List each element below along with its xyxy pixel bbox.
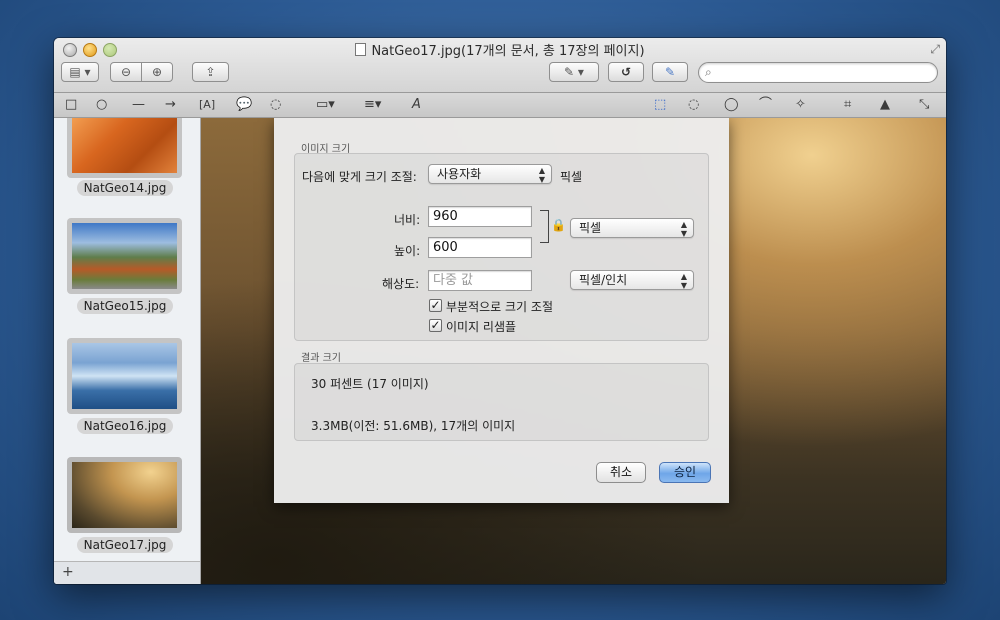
line-weight-icon[interactable]: ≡▾ [364, 96, 381, 114]
resolution-unit-value: 픽셀/인치 [579, 273, 628, 287]
zoom-out-button[interactable]: ⊖ [110, 62, 142, 82]
ellipse-select-icon[interactable]: ◌ [688, 96, 699, 114]
instant-alpha-icon[interactable]: ✧ [795, 96, 806, 114]
zoom-out-icon: ⊖ [120, 65, 132, 79]
annotate-button[interactable]: ✎ ▾ [549, 62, 599, 82]
adjust-size-icon[interactable]: ⤡ [919, 96, 929, 114]
thumbnail-label[interactable]: NatGeo17.jpg [77, 537, 173, 553]
document-icon [355, 43, 367, 56]
result-file-size: 3.3MB(이전: 51.6MB), 17개의 이미지 [311, 419, 516, 433]
add-icon[interactable]: + [62, 564, 74, 580]
font-icon[interactable]: A [412, 96, 421, 114]
color-icon[interactable]: ▭▾ [316, 96, 335, 114]
cancel-button[interactable]: 취소 [596, 462, 646, 483]
checkmark-icon: ✓ [430, 318, 441, 332]
thumbnail-label[interactable]: NatGeo14.jpg [77, 180, 173, 196]
fit-into-label: 다음에 맞게 크기 조절: [302, 170, 417, 184]
thumbnail-sidebar: NatGeo14.jpg NatGeo15.jpg NatGeo16.jpg N… [54, 118, 201, 584]
rectangle-icon[interactable]: □ [65, 96, 77, 114]
thought-bubble-icon[interactable]: ◌ [270, 96, 281, 114]
crop-icon[interactable]: ⌗ [844, 96, 851, 114]
lock-icon[interactable]: 🔒 [551, 218, 566, 232]
line-icon[interactable]: — [132, 96, 145, 114]
zoom-in-button[interactable]: ⊕ [141, 62, 173, 82]
markup-toolbar-button[interactable]: ✎ [652, 62, 688, 82]
height-field[interactable] [428, 237, 532, 258]
markup-toolbar: □ ○ — → [A] 💬 ◌ ▭▾ ≡▾ A ⬚ ◌ ◯ ⌒ ✧ ⌗ ▲ ⤡ [54, 93, 946, 118]
lasso-icon[interactable]: ◯ [724, 96, 739, 114]
sidebar-view-icon: ▤ ▾ [69, 65, 91, 79]
resolution-unit-popup[interactable]: 픽셀/인치 ▲ ▼ [570, 270, 694, 290]
size-unit-popup[interactable]: 픽셀 ▲ ▼ [570, 218, 694, 238]
rotate-icon: ↺ [620, 65, 632, 79]
thumbnail-label[interactable]: NatGeo15.jpg [77, 298, 173, 314]
window-title-wrap: NatGeo17.jpg(17개의 문서, 총 17장의 페이지) [54, 40, 946, 59]
width-field[interactable] [428, 206, 532, 227]
popup-arrows-icon: ▲ ▼ [680, 220, 687, 238]
thumbnail-image [72, 343, 177, 409]
zoom-in-icon: ⊕ [151, 65, 163, 79]
smart-lasso-icon[interactable]: ⌒ [759, 96, 772, 114]
text-box-icon[interactable]: [A] [199, 96, 215, 114]
scale-label[interactable]: 부분적으로 크기 조절 [446, 298, 553, 315]
document-view: 이미지 크기 다음에 맞게 크기 조절: 사용자화 ▲▼ 픽셀 너비: 높이: … [201, 118, 946, 584]
fit-into-value: 사용자화 [437, 167, 482, 181]
fit-into-popup[interactable]: 사용자화 ▲ ▼ [428, 164, 552, 184]
fit-unit-label: 픽셀 [560, 170, 583, 184]
view-menu-button[interactable]: ▤ ▾ [61, 62, 99, 82]
resolution-field[interactable] [428, 270, 532, 291]
thumbnail-natgeo15[interactable] [67, 218, 182, 294]
thumbnail-image [72, 462, 177, 528]
thumbnail-natgeo16[interactable] [67, 338, 182, 414]
sidebar-footer: + [54, 561, 200, 584]
ok-button[interactable]: 승인 [659, 462, 711, 483]
window-title: NatGeo17.jpg(17개의 문서, 총 17장의 페이지) [371, 44, 645, 59]
resample-checkbox[interactable]: ✓ [429, 319, 442, 332]
markup-toolbar-icon: ✎ [664, 65, 676, 79]
oval-icon[interactable]: ○ [96, 96, 107, 114]
thumbnail-natgeo14[interactable] [67, 118, 182, 178]
checkmark-icon: ✓ [430, 298, 441, 312]
preview-window: NatGeo17.jpg(17개의 문서, 총 17장의 페이지) ⤢ ▤ ▾ … [54, 38, 946, 584]
thumbnail-label[interactable]: NatGeo16.jpg [77, 418, 173, 434]
scale-checkbox[interactable]: ✓ [429, 299, 442, 312]
rotate-button[interactable]: ↺ [608, 62, 644, 82]
rect-select-icon[interactable]: ⬚ [654, 96, 666, 114]
height-label: 높이: [394, 244, 421, 258]
title-bar: NatGeo17.jpg(17개의 문서, 총 17장의 페이지) ⤢ ▤ ▾ … [54, 38, 946, 93]
adjust-size-sheet: 이미지 크기 다음에 맞게 크기 조절: 사용자화 ▲▼ 픽셀 너비: 높이: … [274, 118, 729, 503]
search-field[interactable]: ⌕ [698, 62, 938, 83]
result-percent: 30 퍼센트 (17 이미지) [311, 377, 429, 391]
resolution-label: 해상도: [382, 277, 420, 291]
speech-bubble-icon[interactable]: 💬 [236, 96, 252, 114]
thumbnail-natgeo17[interactable] [67, 457, 182, 533]
arrow-icon[interactable]: → [165, 96, 176, 114]
fullscreen-icon[interactable]: ⤢ [930, 42, 940, 57]
popup-arrows-icon: ▲ ▼ [538, 166, 545, 184]
share-icon: ⇪ [205, 65, 216, 79]
adjust-color-icon[interactable]: ▲ [880, 96, 890, 114]
search-icon: ⌕ [705, 65, 712, 79]
search-input[interactable] [721, 64, 935, 83]
thumbnail-image [72, 223, 177, 289]
popup-arrows-icon: ▲ ▼ [680, 272, 687, 290]
result-size-label: 결과 크기 [301, 353, 341, 364]
share-button[interactable]: ⇪ [192, 62, 229, 82]
proportion-bracket [540, 210, 549, 243]
thumbnail-image [72, 118, 177, 173]
pen-icon: ✎ ▾ [564, 65, 584, 79]
size-unit-value: 픽셀 [579, 221, 602, 235]
resample-label[interactable]: 이미지 리샘플 [446, 318, 516, 335]
width-label: 너비: [394, 213, 421, 227]
